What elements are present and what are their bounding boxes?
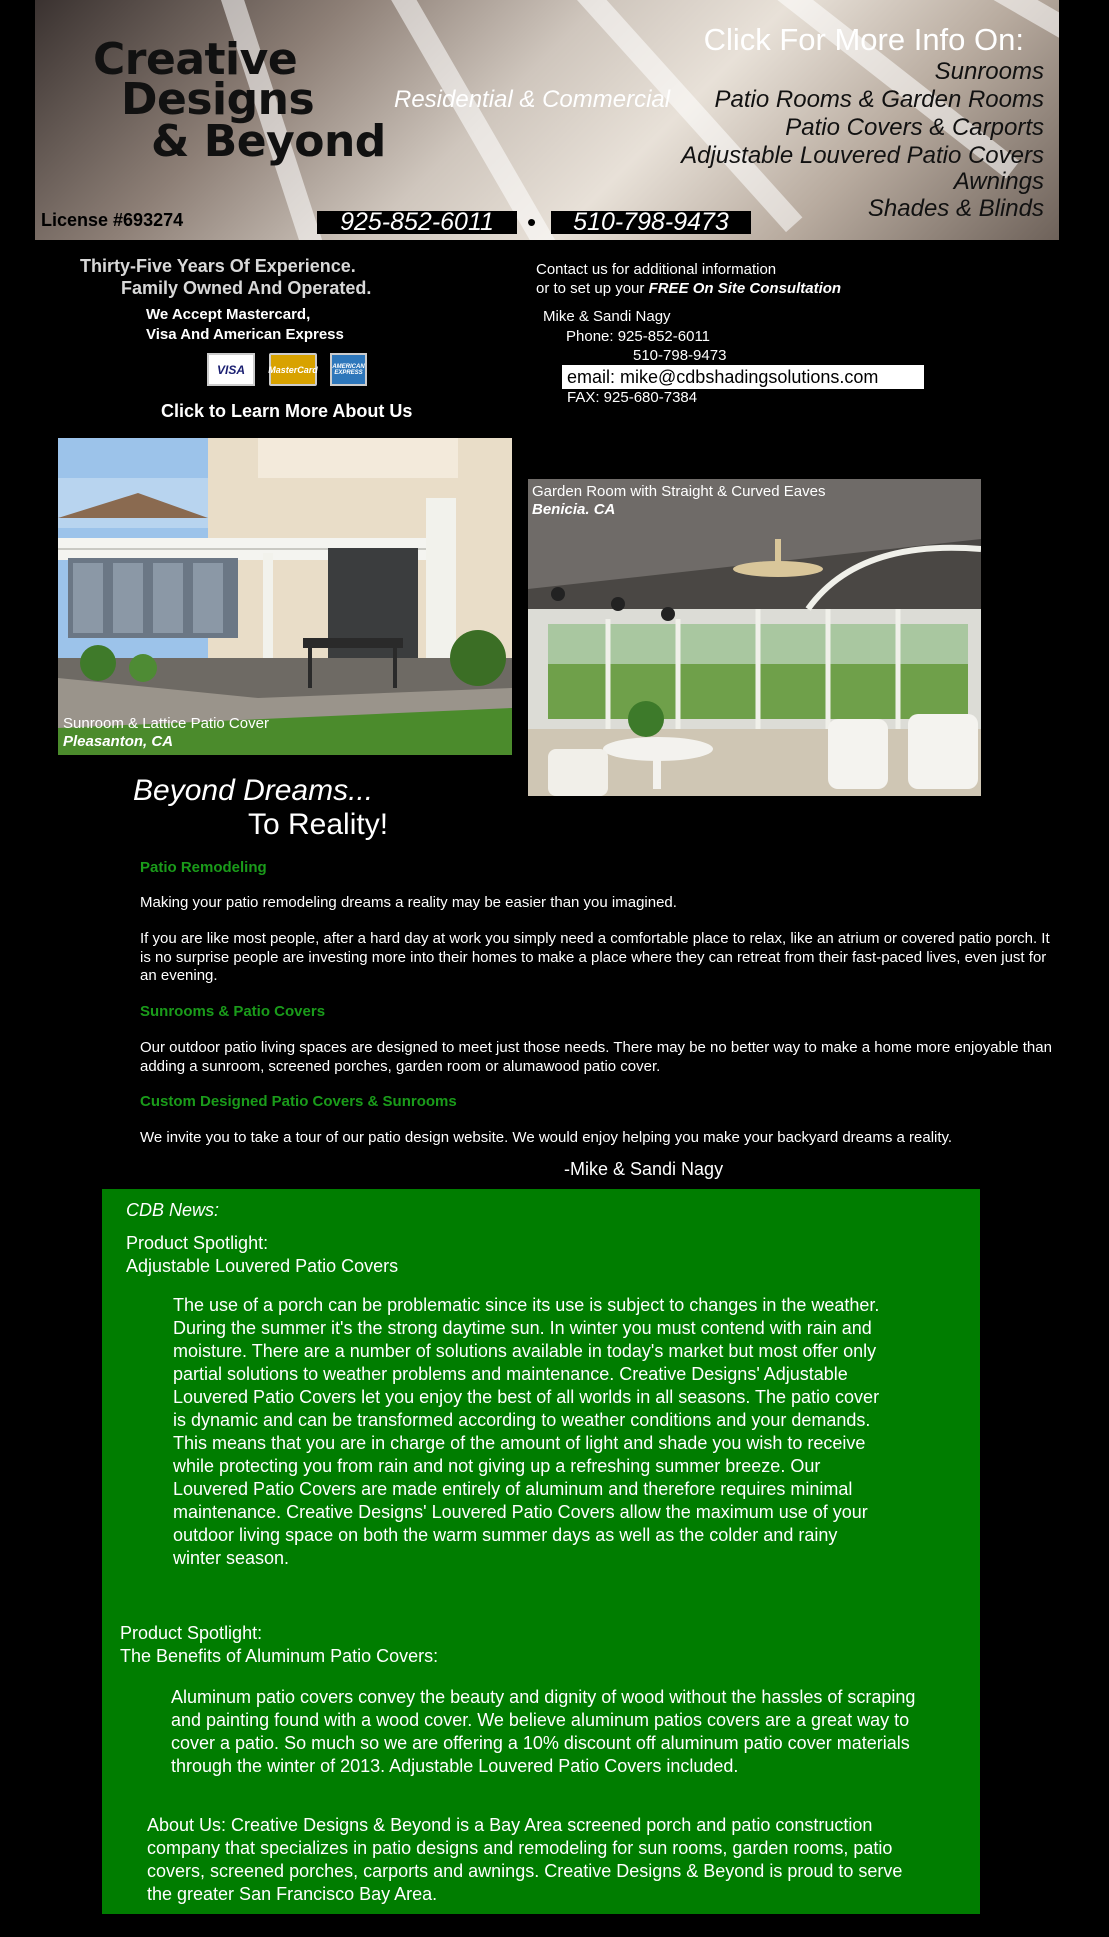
sunroom-photo-caption: Sunroom & Lattice Patio Cover xyxy=(63,715,269,732)
signature: -Mike & Sandi Nagy xyxy=(564,1159,724,1179)
phone-separator: • xyxy=(527,207,537,237)
about-us-link[interactable]: Click to Learn More About Us xyxy=(161,401,412,422)
sunroom-photo[interactable]: Sunroom & Lattice Patio Cover Pleasanton… xyxy=(58,438,512,755)
license-number: License #693274 xyxy=(41,210,184,230)
contact-phone-second: 510-798-9473 xyxy=(633,347,727,364)
garden-room-photo-location: Benicia. CA xyxy=(532,501,616,518)
spotlight-2-title: The Benefits of Aluminum Patio Covers: xyxy=(120,1646,439,1666)
paragraph-1: Making your patio remodeling dreams a re… xyxy=(140,894,677,911)
garden-room-photo-caption: Garden Room with Straight & Curved Eaves xyxy=(532,483,826,500)
cards-accepted-line-2: Visa And American Express xyxy=(146,326,344,343)
news-title: CDB News: xyxy=(126,1200,220,1220)
sunroom-photo-location: Pleasanton, CA xyxy=(63,733,174,750)
spotlight-1-body: The use of a porch can be problematic si… xyxy=(173,1295,880,1568)
phone-number-2[interactable]: 510-798-9473 xyxy=(551,210,751,235)
cards-accepted-line-1: We Accept Mastercard, xyxy=(146,306,311,323)
contact-line-2-text: or to set up your xyxy=(536,280,649,297)
spotlight-2-label: Product Spotlight: xyxy=(120,1623,263,1643)
news-box: CDB News: Product Spotlight: Adjustable … xyxy=(102,1189,980,1914)
contact-phone: Phone: 925-852-6011 xyxy=(566,328,711,345)
slogan-line-1: Beyond Dreams... xyxy=(133,774,374,807)
contact-line-1: Contact us for additional information xyxy=(536,261,777,278)
heading-custom-designed: Custom Designed Patio Covers & Sunrooms xyxy=(140,1093,457,1110)
paragraph-4: We invite you to take a tour of our pati… xyxy=(140,1129,953,1146)
mastercard-icon: MasterCard xyxy=(268,353,318,386)
email-link[interactable]: email: mike@cdbshadingsolutions.com xyxy=(562,365,924,389)
slogan-line-2: To Reality! xyxy=(248,808,389,841)
contact-names: Mike & Sandi Nagy xyxy=(543,308,671,325)
more-info-link-sunrooms[interactable]: Sunrooms xyxy=(935,58,1044,86)
contact-fax: FAX: 925-680-7384 xyxy=(567,389,698,406)
experience-line-2: Family Owned And Operated. xyxy=(121,278,372,298)
spotlight-2-body: Aluminum patio covers convey the beauty … xyxy=(171,1687,916,1776)
paragraph-2: If you are like most people, after a har… xyxy=(140,930,1050,984)
garden-room-photo-image xyxy=(528,479,981,796)
logo-line-3: & Beyond xyxy=(151,116,386,167)
paragraph-3: Our outdoor patio living spaces are desi… xyxy=(140,1039,1052,1075)
contact-line-2: or to set up your FREE On Site Consultat… xyxy=(536,280,841,297)
about-us-text: About Us: Creative Designs & Beyond is a… xyxy=(147,1815,903,1904)
more-info-link-patio-covers[interactable]: Patio Covers & Carports xyxy=(785,114,1044,142)
garden-room-photo[interactable]: Garden Room with Straight & Curved Eaves… xyxy=(528,479,981,796)
more-info-link-patio-rooms[interactable]: Patio Rooms & Garden Rooms xyxy=(715,86,1044,114)
more-info-link-awnings[interactable]: Awnings xyxy=(954,168,1044,196)
spotlight-1-label: Product Spotlight: xyxy=(126,1233,269,1253)
header-banner: Creative Designs & Beyond Residential & … xyxy=(35,0,1059,240)
more-info-link-shades[interactable]: Shades & Blinds xyxy=(868,195,1044,223)
tagline: Residential & Commercial xyxy=(394,86,671,113)
heading-sunrooms-patio-covers: Sunrooms & Patio Covers xyxy=(140,1003,326,1020)
phone-number-1[interactable]: 925-852-6011 xyxy=(317,210,517,235)
spotlight-1-title: Adjustable Louvered Patio Covers xyxy=(126,1256,399,1276)
more-info-link-louvered[interactable]: Adjustable Louvered Patio Covers xyxy=(681,142,1044,170)
visa-card-icon: VISA xyxy=(207,353,255,386)
sunroom-photo-image xyxy=(58,438,512,755)
more-info-title: Click For More Info On: xyxy=(703,22,1024,57)
free-consultation-text: FREE On Site Consultation xyxy=(648,280,842,297)
amex-card-icon: AMERICAN EXPRESS xyxy=(330,353,367,386)
experience-line-1: Thirty-Five Years Of Experience. xyxy=(80,256,356,276)
heading-patio-remodeling: Patio Remodeling xyxy=(140,859,267,876)
